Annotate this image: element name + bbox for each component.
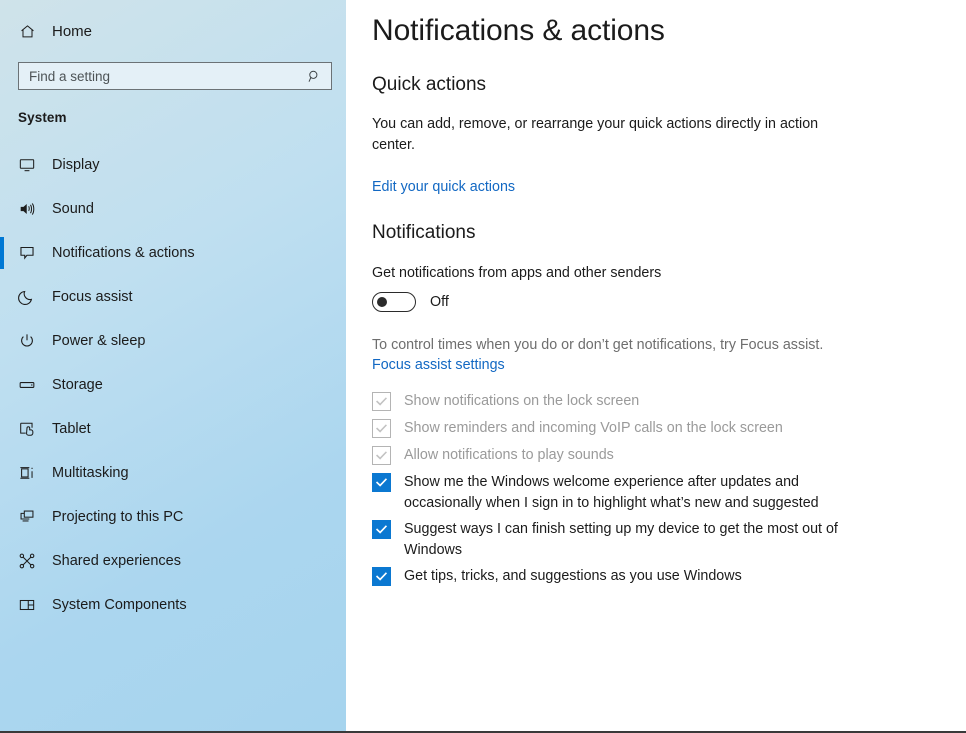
sidebar-item-multitasking[interactable]: Multitasking: [0, 451, 346, 495]
notifications-heading: Notifications: [372, 222, 476, 243]
selection-accent-bar: [0, 589, 4, 621]
toggle-knob: [377, 297, 387, 307]
selection-accent-bar: [0, 413, 4, 445]
sidebar-group-title: System: [18, 110, 67, 125]
checkbox-icon: [372, 419, 391, 438]
power-icon: [14, 332, 40, 350]
checkbox-icon: [372, 392, 391, 411]
checkbox-icon: [372, 446, 391, 465]
checkbox-label: Show reminders and incoming VoIP calls o…: [404, 420, 783, 436]
search-box[interactable]: [18, 62, 332, 90]
notifications-toggle-state: Off: [430, 294, 449, 310]
checkbox-row-finish-setup-suggestions[interactable]: Suggest ways I can finish setting up my …: [372, 519, 942, 561]
selection-accent-bar: [0, 281, 4, 313]
notification-options-list: Show notifications on the lock screen Sh…: [372, 391, 942, 587]
selection-accent-bar: [0, 501, 4, 533]
checkbox-icon[interactable]: [372, 473, 391, 492]
quick-actions-description: You can add, remove, or rearrange your q…: [372, 116, 819, 153]
moon-icon: [14, 288, 40, 306]
notifications-toggle[interactable]: [372, 292, 416, 312]
sidebar: Home System: [0, 0, 346, 731]
focus-assist-settings-link[interactable]: Focus assist settings: [372, 357, 505, 373]
sidebar-item-label: Power & sleep: [52, 333, 146, 349]
home-icon: [14, 23, 40, 40]
selection-accent-bar: [0, 325, 4, 357]
sidebar-home-label: Home: [52, 22, 93, 40]
sidebar-item-label: Tablet: [52, 421, 91, 437]
checkbox-label: Get tips, tricks, and suggestions as you…: [404, 568, 742, 584]
sidebar-item-label: Sound: [52, 201, 94, 217]
multitasking-icon: [14, 464, 40, 482]
selection-accent-bar: [0, 149, 4, 181]
notifications-toggle-row: Off: [372, 292, 942, 312]
checkbox-row-play-sounds: Allow notifications to play sounds: [372, 445, 942, 466]
checkbox-row-voip-lock-screen: Show reminders and incoming VoIP calls o…: [372, 418, 942, 439]
checkbox-icon[interactable]: [372, 520, 391, 539]
checkbox-label: Show notifications on the lock screen: [404, 393, 640, 409]
sidebar-item-label: Projecting to this PC: [52, 509, 184, 525]
share-nodes-icon: [14, 552, 40, 570]
selection-accent-bar: [0, 545, 4, 577]
selection-accent-bar: [0, 193, 4, 225]
sidebar-item-label: System Components: [52, 597, 187, 613]
settings-window: Home System: [0, 0, 966, 733]
sidebar-item-storage[interactable]: Storage: [0, 363, 346, 407]
sidebar-item-label: Focus assist: [52, 289, 133, 305]
drive-icon: [14, 376, 40, 394]
monitor-icon: [14, 156, 40, 174]
sidebar-item-label: Notifications & actions: [52, 245, 195, 261]
page-title: Notifications & actions: [372, 14, 665, 47]
checkbox-row-welcome-experience[interactable]: Show me the Windows welcome experience a…: [372, 472, 942, 514]
sidebar-item-label: Storage: [52, 377, 103, 393]
checkbox-row-lock-screen-notifications: Show notifications on the lock screen: [372, 391, 942, 412]
speaker-icon: [14, 200, 40, 218]
sidebar-item-notifications-actions[interactable]: Notifications & actions: [0, 231, 346, 275]
sidebar-item-system-components[interactable]: System Components: [0, 583, 346, 627]
components-icon: [14, 596, 40, 614]
sidebar-item-sound[interactable]: Sound: [0, 187, 346, 231]
project-screen-icon: [14, 508, 40, 526]
sidebar-item-label: Multitasking: [52, 465, 129, 481]
selection-accent-bar: [0, 369, 4, 401]
checkbox-icon[interactable]: [372, 567, 391, 586]
main-content: Notifications & actions Quick actions Yo…: [346, 0, 966, 731]
quick-actions-heading: Quick actions: [372, 74, 487, 95]
search-container: [18, 62, 332, 90]
edit-quick-actions-link[interactable]: Edit your quick actions: [372, 179, 515, 195]
selection-accent-bar: [0, 457, 4, 489]
sidebar-item-projecting-to-this-pc[interactable]: Projecting to this PC: [0, 495, 346, 539]
sidebar-item-display[interactable]: Display: [0, 143, 346, 187]
checkbox-label: Show me the Windows welcome experience a…: [404, 474, 819, 511]
sidebar-item-shared-experiences[interactable]: Shared experiences: [0, 539, 346, 583]
sidebar-item-label: Shared experiences: [52, 553, 181, 569]
checkbox-label: Allow notifications to play sounds: [404, 447, 614, 463]
search-input[interactable]: [29, 68, 307, 84]
search-icon[interactable]: [307, 69, 325, 84]
checkbox-label: Suggest ways I can finish setting up my …: [404, 521, 838, 558]
sidebar-nav-list: Display Sound Notifications & actions Fo…: [0, 143, 346, 627]
selection-accent-bar: [0, 237, 4, 269]
sidebar-item-home[interactable]: Home: [0, 14, 346, 48]
sidebar-item-label: Display: [52, 157, 100, 173]
focus-assist-note: To control times when you do or don’t ge…: [372, 337, 824, 353]
sidebar-item-power-sleep[interactable]: Power & sleep: [0, 319, 346, 363]
sidebar-item-tablet[interactable]: Tablet: [0, 407, 346, 451]
chat-bubble-icon: [14, 244, 40, 262]
quick-actions-link-row: Edit your quick actions: [372, 178, 942, 196]
notifications-toggle-label: Get notifications from apps and other se…: [372, 265, 662, 281]
checkbox-row-tips-tricks[interactable]: Get tips, tricks, and suggestions as you…: [372, 566, 942, 587]
sidebar-item-focus-assist[interactable]: Focus assist: [0, 275, 346, 319]
tablet-touch-icon: [14, 420, 40, 438]
